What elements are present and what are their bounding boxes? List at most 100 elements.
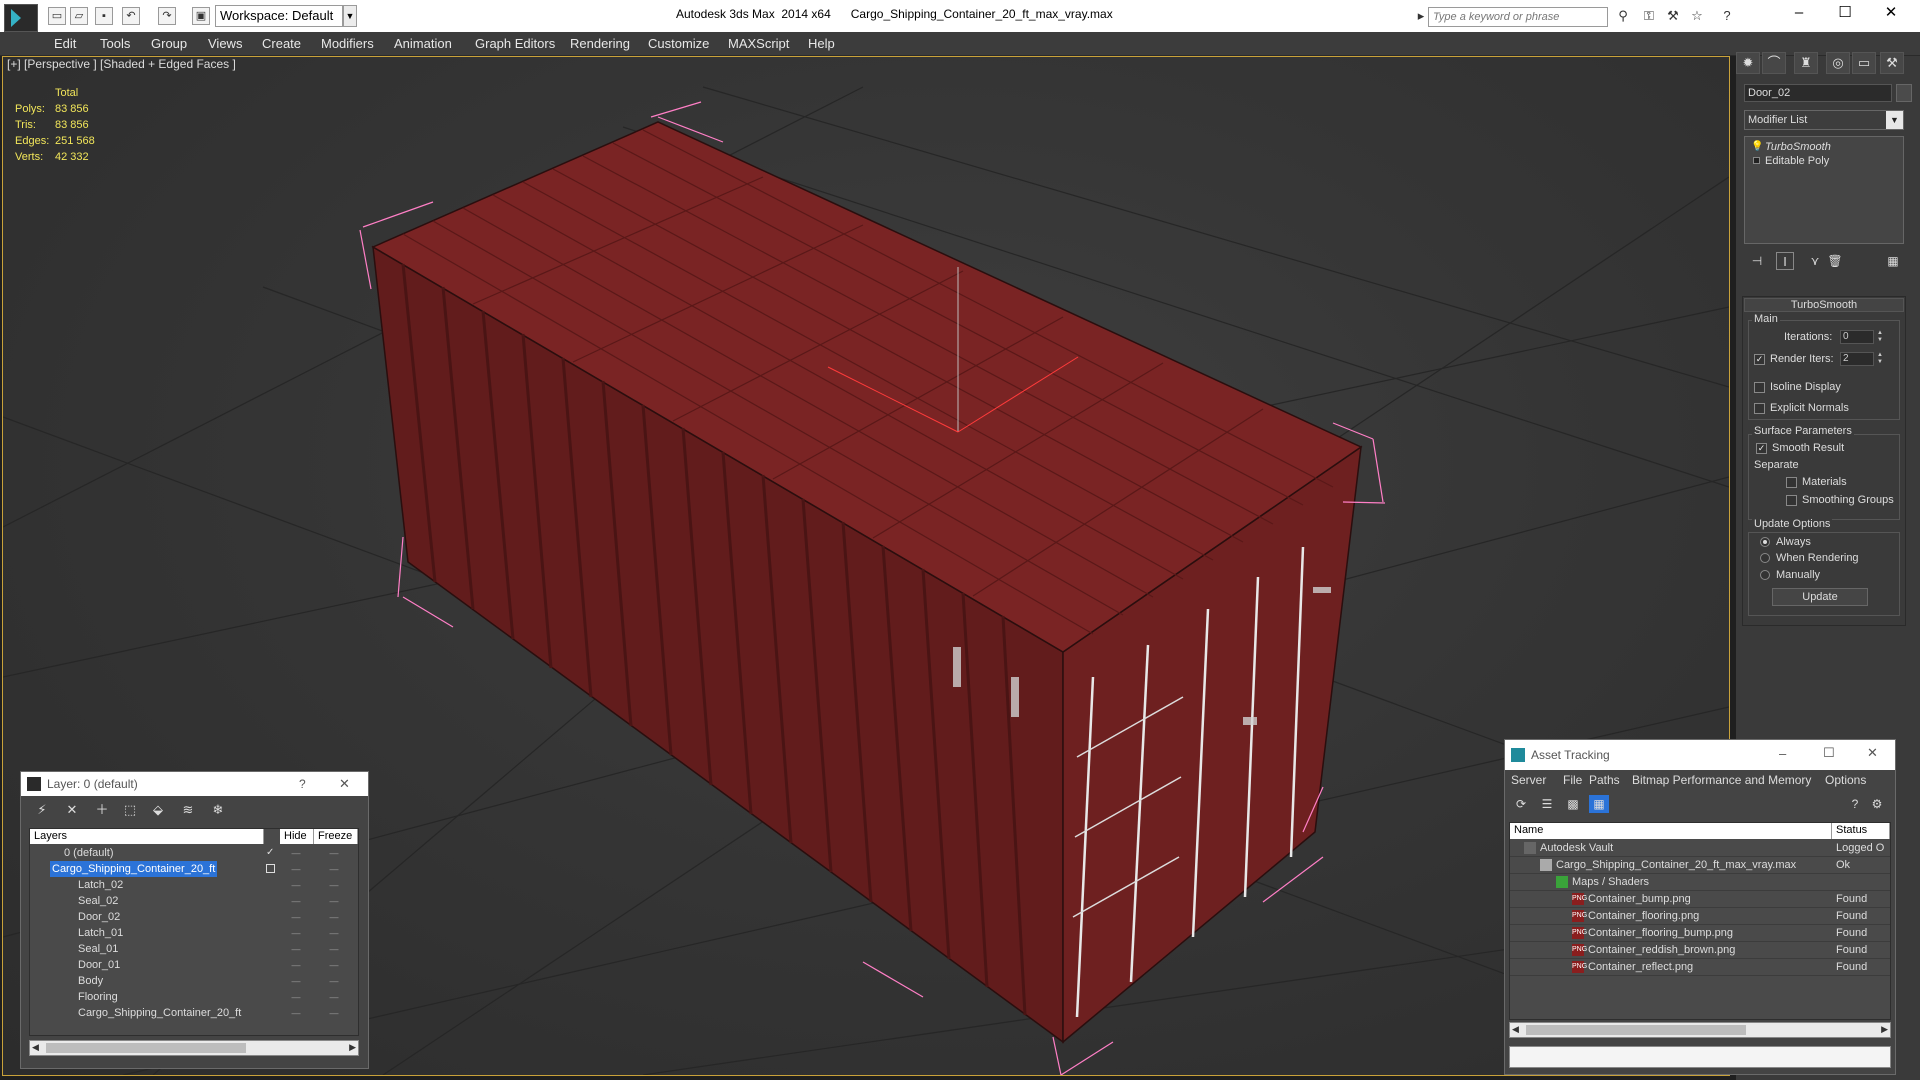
freeze-toggle[interactable]: — xyxy=(328,1005,340,1021)
layer-row[interactable]: Door_02 — — xyxy=(30,909,358,925)
materials-checkbox[interactable] xyxy=(1786,477,1797,488)
smooth-result-checkbox[interactable]: ✓ xyxy=(1756,443,1767,454)
explicit-normals-checkbox[interactable] xyxy=(1754,403,1765,414)
scrollbar-thumb[interactable] xyxy=(1526,1025,1746,1035)
minimize-button[interactable]: – xyxy=(1779,746,1786,761)
undo-icon[interactable]: ↶ xyxy=(122,7,140,25)
column-header-freeze[interactable]: Freeze xyxy=(314,829,358,844)
hide-toggle[interactable]: — xyxy=(290,925,302,941)
spinner-arrows-icon[interactable]: ▲ ▼ xyxy=(1876,330,1884,344)
asset-path-field[interactable] xyxy=(1509,1046,1891,1068)
hide-toggle[interactable]: — xyxy=(290,989,302,1005)
maximize-button[interactable]: ☐ xyxy=(1822,0,1868,30)
layer-row[interactable]: Latch_01 — — xyxy=(30,925,358,941)
open-file-icon[interactable]: ▱ xyxy=(70,7,88,25)
render-iters-checkbox[interactable]: ✓ xyxy=(1754,354,1765,365)
hide-toggle[interactable]: — xyxy=(290,845,302,861)
asset-row[interactable]: PNG Container_flooring_bump.png Found xyxy=(1510,925,1890,942)
render-iters-spinner[interactable]: 2 xyxy=(1840,352,1874,366)
layer-row[interactable]: Cargo_Shipping_Container_20_ft — — xyxy=(30,861,358,877)
iterations-spinner[interactable]: 0 xyxy=(1840,330,1874,344)
expand-icon[interactable] xyxy=(1753,157,1760,164)
redo-icon[interactable]: ↷ xyxy=(158,7,176,25)
hide-toggle[interactable]: — xyxy=(290,909,302,925)
horizontal-scrollbar[interactable]: ◀ ▶ xyxy=(29,1040,359,1056)
modify-tab-icon[interactable]: ⌒ xyxy=(1762,52,1786,74)
help-button[interactable]: ? xyxy=(299,777,306,791)
menu-options[interactable]: Options xyxy=(1825,773,1866,787)
add-to-layer-icon[interactable]: ＋ xyxy=(93,802,111,818)
horizontal-scrollbar[interactable]: ◀ ▶ xyxy=(1509,1022,1891,1038)
hide-all-layers-icon[interactable]: ≋ xyxy=(179,802,197,818)
table-view-icon[interactable]: ▦ xyxy=(1589,795,1609,813)
new-file-icon[interactable]: ▭ xyxy=(48,7,66,25)
scroll-left-icon[interactable]: ◀ xyxy=(32,1042,39,1053)
menu-file[interactable]: File xyxy=(1563,773,1582,787)
manually-radio[interactable] xyxy=(1760,570,1770,580)
minimize-button[interactable]: – xyxy=(1776,0,1822,30)
freeze-toggle[interactable]: — xyxy=(328,973,340,989)
menu-group[interactable]: Group xyxy=(151,36,187,51)
layer-dialog-titlebar[interactable]: Layer: 0 (default) ? ✕ xyxy=(21,772,368,796)
hide-toggle[interactable]: — xyxy=(290,877,302,893)
rollout-title[interactable]: TurboSmooth xyxy=(1744,298,1904,312)
asset-dialog-titlebar[interactable]: Asset Tracking – ☐ ✕ xyxy=(1505,740,1895,770)
close-button[interactable]: ✕ xyxy=(339,776,350,792)
show-end-result-icon[interactable]: Ⅰ xyxy=(1776,252,1794,270)
search-input[interactable]: Type a keyword or phrase xyxy=(1428,7,1608,27)
freeze-toggle[interactable]: — xyxy=(328,941,340,957)
select-objects-icon[interactable]: ⬚ xyxy=(121,802,139,818)
menu-views[interactable]: Views xyxy=(208,36,242,51)
freeze-toggle[interactable]: — xyxy=(328,877,340,893)
layer-row[interactable]: Flooring — — xyxy=(30,989,358,1005)
help-icon[interactable]: ? xyxy=(1718,8,1736,24)
highlight-layer-icon[interactable]: ⬙ xyxy=(149,802,167,818)
active-layer-check-icon[interactable]: ✓ xyxy=(266,845,274,861)
asset-row[interactable]: PNG Container_reflect.png Found xyxy=(1510,959,1890,976)
column-header-status[interactable]: Status xyxy=(1832,823,1890,839)
object-color-swatch[interactable] xyxy=(1896,84,1912,102)
refresh-icon[interactable]: ⟳ xyxy=(1511,795,1531,813)
layer-row[interactable]: Seal_02 — — xyxy=(30,893,358,909)
menu-rendering[interactable]: Rendering xyxy=(570,36,630,51)
configure-modifier-sets-icon[interactable]: ▦ xyxy=(1884,252,1902,270)
scrollbar-thumb[interactable] xyxy=(46,1043,246,1053)
object-name-field[interactable]: Door_02 xyxy=(1744,84,1892,102)
hide-toggle[interactable]: — xyxy=(290,1005,302,1021)
help-icon[interactable]: ? xyxy=(1845,795,1865,813)
create-tab-icon[interactable]: ✹ xyxy=(1736,52,1760,74)
subscription-icon[interactable]: ⚿ xyxy=(1640,8,1658,24)
hide-toggle[interactable]: — xyxy=(290,957,302,973)
freeze-toggle[interactable]: — xyxy=(328,893,340,909)
modifier-list-dropdown[interactable]: Modifier List xyxy=(1744,110,1904,130)
viewport-label[interactable]: [+] [Perspective ] [Shaded + Edged Faces… xyxy=(7,57,236,71)
set-current-icon[interactable] xyxy=(266,864,275,873)
lightbulb-icon[interactable]: 💡 xyxy=(1751,141,1763,152)
close-button[interactable]: ✕ xyxy=(1867,745,1878,761)
scroll-right-icon[interactable]: ▶ xyxy=(349,1042,356,1053)
layer-row[interactable]: 0 (default) ✓ — — xyxy=(30,845,358,861)
layer-row[interactable]: Latch_02 — — xyxy=(30,877,358,893)
when-rendering-radio[interactable] xyxy=(1760,553,1770,563)
menu-modifiers[interactable]: Modifiers xyxy=(321,36,374,51)
motion-tab-icon[interactable]: ◎ xyxy=(1826,52,1850,74)
menu-edit[interactable]: Edit xyxy=(54,36,76,51)
hide-toggle[interactable]: — xyxy=(290,893,302,909)
asset-row[interactable]: Cargo_Shipping_Container_20_ft_max_vray.… xyxy=(1510,857,1890,874)
layer-row[interactable]: Cargo_Shipping_Container_20_ft — — xyxy=(30,1005,358,1021)
layer-row[interactable]: Door_01 — — xyxy=(30,957,358,973)
isoline-display-checkbox[interactable] xyxy=(1754,382,1765,393)
thumbnail-view-icon[interactable]: ▩ xyxy=(1563,795,1583,813)
smoothing-groups-checkbox[interactable] xyxy=(1786,495,1797,506)
freeze-toggle[interactable]: — xyxy=(328,909,340,925)
freeze-all-layers-icon[interactable]: ❄ xyxy=(209,802,227,818)
hierarchy-tab-icon[interactable]: ♜ xyxy=(1794,52,1818,74)
utilities-tab-icon[interactable]: ⚒ xyxy=(1880,52,1904,74)
make-unique-icon[interactable]: ⋎ xyxy=(1806,252,1824,270)
project-folder-icon[interactable]: ▣ xyxy=(192,7,210,25)
close-button[interactable]: ✕ xyxy=(1868,0,1914,30)
update-button[interactable]: Update xyxy=(1772,588,1868,606)
asset-row[interactable]: PNG Container_bump.png Found xyxy=(1510,891,1890,908)
column-header-name[interactable]: Name xyxy=(1510,823,1832,839)
freeze-toggle[interactable]: — xyxy=(328,957,340,973)
